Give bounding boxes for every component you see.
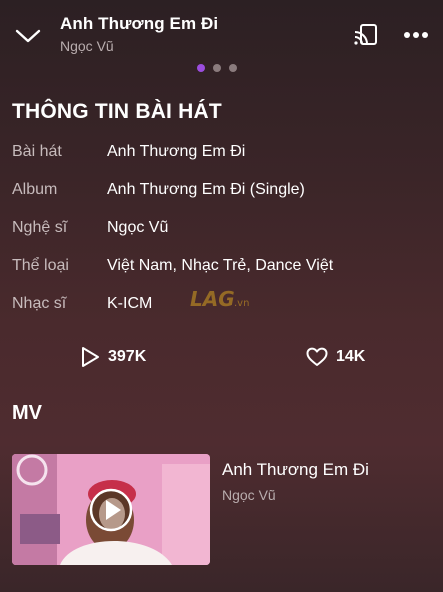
chevron-down-icon[interactable] <box>12 22 44 48</box>
mv-video-artist: Ngọc Vũ <box>222 487 276 503</box>
mv-video-title[interactable]: Anh Thương Em Đi <box>222 460 369 480</box>
page-dot[interactable] <box>197 64 205 72</box>
song-info-heading: THÔNG TIN BÀI HÁT <box>12 100 222 123</box>
page-dot[interactable] <box>213 64 221 72</box>
info-label-song: Bài hát <box>12 143 62 160</box>
info-label-composer: Nhạc sĩ <box>12 295 67 312</box>
page-indicator <box>197 64 237 72</box>
cast-icon[interactable] <box>352 22 380 48</box>
mv-thumbnail[interactable] <box>12 454 210 565</box>
info-value-genre[interactable]: Việt Nam, Nhạc Trẻ, Dance Việt <box>107 257 333 275</box>
play-count-icon <box>82 347 99 367</box>
play-count: 397K <box>108 348 147 365</box>
svg-text:LAG: LAG <box>190 287 235 311</box>
play-circle-icon[interactable] <box>89 488 133 532</box>
like-count: 14K <box>336 348 366 365</box>
info-value-album[interactable]: Anh Thương Em Đi (Single) <box>107 181 305 199</box>
now-playing-artist: Ngọc Vũ <box>60 38 114 54</box>
info-label-album: Album <box>12 181 58 198</box>
watermark-logo: LAG .vn <box>190 287 249 311</box>
info-label-genre: Thể loại <box>12 257 69 274</box>
info-value-composer[interactable]: K-ICM <box>107 295 152 313</box>
info-label-artist: Nghệ sĩ <box>12 219 68 236</box>
info-value-song: Anh Thương Em Đi <box>107 143 246 160</box>
now-playing-title: Anh Thương Em Đi <box>60 14 219 33</box>
mv-heading: MV <box>12 402 42 424</box>
page-dot[interactable] <box>229 64 237 72</box>
info-value-artist[interactable]: Ngọc Vũ <box>107 219 168 237</box>
heart-icon[interactable] <box>306 347 328 367</box>
more-icon[interactable] <box>402 28 430 42</box>
svg-text:.vn: .vn <box>234 298 249 309</box>
